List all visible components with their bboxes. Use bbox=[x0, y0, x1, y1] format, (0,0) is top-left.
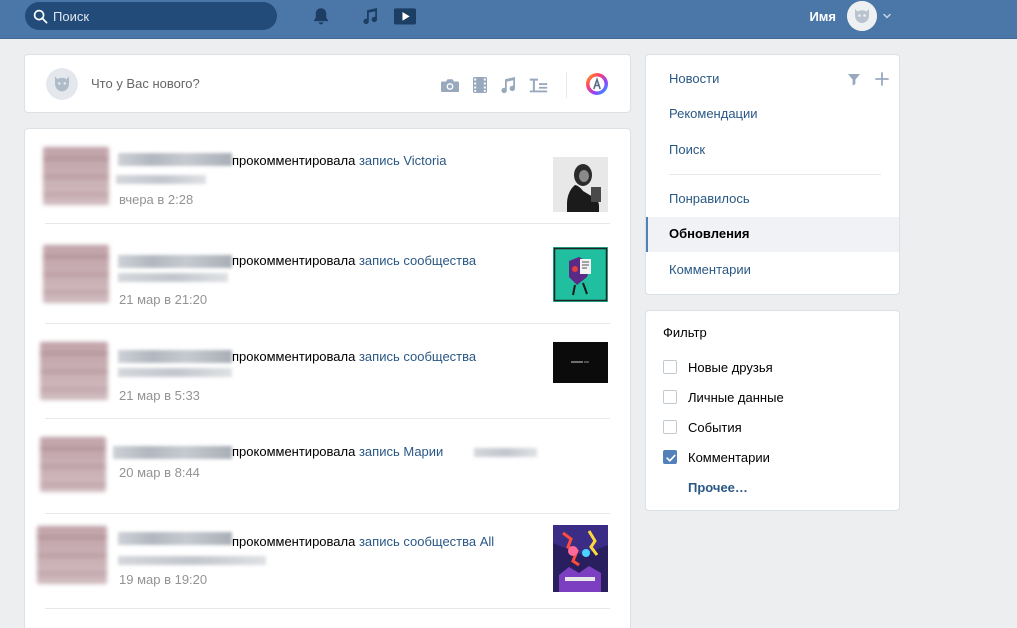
nav-item-label: Рекомендации bbox=[669, 106, 758, 121]
avatar[interactable] bbox=[40, 342, 108, 400]
top-bar: Имя bbox=[0, 0, 1017, 39]
nav-item-label: Комментарии bbox=[669, 262, 751, 277]
feed-action: прокомментировала bbox=[232, 253, 356, 268]
timestamp[interactable]: 21 мар в 21:20 bbox=[119, 292, 207, 307]
nav-item-updates[interactable]: Обновления bbox=[646, 217, 899, 252]
checkbox-label: Новые друзья bbox=[688, 360, 773, 375]
list-item: прокомментировала запись сообщества 21 м… bbox=[25, 229, 632, 324]
author-name[interactable] bbox=[118, 350, 232, 363]
feed-text: прокомментировала запись Марии bbox=[232, 444, 443, 459]
checkbox-label: Комментарии bbox=[688, 450, 770, 465]
feed-text: прокомментировала запись Victoria bbox=[232, 153, 446, 168]
feed-action: прокомментировала bbox=[232, 153, 356, 168]
post-composer[interactable]: Что у Вас нового? bbox=[24, 54, 631, 113]
author-name[interactable] bbox=[118, 532, 232, 545]
feed-text: прокомментировала запись сообщества All bbox=[232, 534, 494, 549]
feed-action: прокомментировала bbox=[232, 444, 356, 459]
post-input[interactable]: Что у Вас нового? bbox=[91, 76, 200, 91]
search-input[interactable] bbox=[53, 2, 263, 30]
author-name[interactable] bbox=[113, 446, 232, 459]
nav-item-comments[interactable]: Комментарии bbox=[646, 253, 899, 288]
checkbox[interactable] bbox=[663, 450, 677, 464]
post-thumbnail[interactable] bbox=[553, 157, 608, 212]
post-thumbnail[interactable] bbox=[553, 342, 608, 383]
checkbox-label: Личные данные bbox=[688, 390, 784, 405]
checkbox[interactable] bbox=[663, 420, 677, 434]
timestamp[interactable]: 21 мар в 5:33 bbox=[119, 388, 200, 403]
post-link[interactable]: запись сообщества bbox=[359, 253, 476, 268]
post-link[interactable]: запись сообщества bbox=[359, 349, 476, 364]
feed: прокомментировала запись Victoria вчера … bbox=[24, 128, 631, 628]
plus-icon[interactable] bbox=[874, 71, 890, 87]
avatar bbox=[46, 68, 78, 100]
list-item: прокомментировала запись Victoria вчера … bbox=[25, 129, 632, 224]
more-link[interactable]: Прочее… bbox=[688, 480, 748, 495]
bell-icon[interactable] bbox=[310, 5, 332, 27]
avatar bbox=[847, 1, 877, 31]
feed-navigation: Новости Рекомендации Поиск Понравилось О… bbox=[645, 54, 900, 295]
post-thumbnail[interactable] bbox=[553, 525, 608, 592]
search-icon bbox=[33, 9, 48, 24]
divider bbox=[669, 174, 881, 175]
author-surname bbox=[474, 448, 537, 457]
film-icon[interactable] bbox=[469, 74, 491, 96]
author-name-extra bbox=[118, 273, 228, 282]
nav-item-search[interactable]: Поиск bbox=[646, 133, 899, 168]
video-icon[interactable] bbox=[394, 5, 416, 27]
chevron-down-icon bbox=[883, 13, 891, 19]
camera-icon[interactable] bbox=[439, 74, 461, 96]
timestamp[interactable]: 20 мар в 8:44 bbox=[119, 465, 200, 480]
toolbar-divider bbox=[566, 72, 567, 98]
list-item: прокомментировала запись сообщества 21 м… bbox=[25, 324, 632, 419]
post-thumbnail[interactable] bbox=[553, 247, 608, 302]
profile-menu[interactable]: Имя bbox=[809, 0, 892, 32]
filter-icon[interactable] bbox=[846, 71, 862, 87]
timestamp[interactable]: 19 мар в 19:20 bbox=[119, 572, 207, 587]
divider bbox=[45, 608, 610, 609]
author-name-extra bbox=[118, 368, 232, 377]
search-box[interactable] bbox=[25, 2, 277, 30]
nav-item-label: Понравилось bbox=[669, 191, 750, 206]
list-item: прокомментировала запись Марии 20 мар в … bbox=[25, 419, 632, 514]
music-icon[interactable] bbox=[359, 5, 381, 27]
avatar[interactable] bbox=[43, 147, 109, 205]
timestamp[interactable]: вчера в 2:28 bbox=[119, 192, 193, 207]
nav-item-recommendations[interactable]: Рекомендации bbox=[646, 97, 899, 132]
author-name-extra bbox=[116, 175, 206, 184]
checkbox-label: События bbox=[688, 420, 742, 435]
feed-text: прокомментировала запись сообщества bbox=[232, 253, 476, 268]
text-format-icon[interactable] bbox=[527, 74, 549, 96]
user-name: Имя bbox=[809, 8, 836, 24]
author-name[interactable] bbox=[118, 255, 232, 268]
post-link[interactable]: запись Victoria bbox=[359, 153, 447, 168]
avatar[interactable] bbox=[40, 437, 106, 492]
avatar[interactable] bbox=[37, 526, 107, 584]
feed-action: прокомментировала bbox=[232, 349, 356, 364]
feed-text: прокомментировала запись сообщества bbox=[232, 349, 476, 364]
music-icon[interactable] bbox=[497, 74, 519, 96]
list-item: прокомментировала запись сообщества All … bbox=[25, 514, 632, 609]
checkbox[interactable] bbox=[663, 390, 677, 404]
nav-item-liked[interactable]: Понравилось bbox=[646, 182, 899, 217]
checkmark-icon bbox=[666, 454, 676, 462]
filter-title: Фильтр bbox=[663, 325, 707, 340]
checkbox[interactable] bbox=[663, 360, 677, 374]
nav-item-label: Поиск bbox=[669, 142, 706, 157]
filter-panel: Фильтр Новые друзья Личные данные Событи… bbox=[645, 310, 900, 511]
author-name-extra bbox=[118, 556, 266, 565]
author-name[interactable] bbox=[118, 153, 232, 166]
feed-action: прокомментировала bbox=[232, 534, 356, 549]
nav-item-label: Обновления bbox=[669, 226, 750, 241]
post-link[interactable]: запись Марии bbox=[359, 444, 443, 459]
post-link[interactable]: запись сообщества All bbox=[359, 534, 494, 549]
nav-item-label: Новости bbox=[669, 71, 720, 86]
color-palette-icon[interactable] bbox=[585, 72, 609, 96]
divider bbox=[45, 223, 610, 224]
avatar[interactable] bbox=[43, 245, 109, 303]
